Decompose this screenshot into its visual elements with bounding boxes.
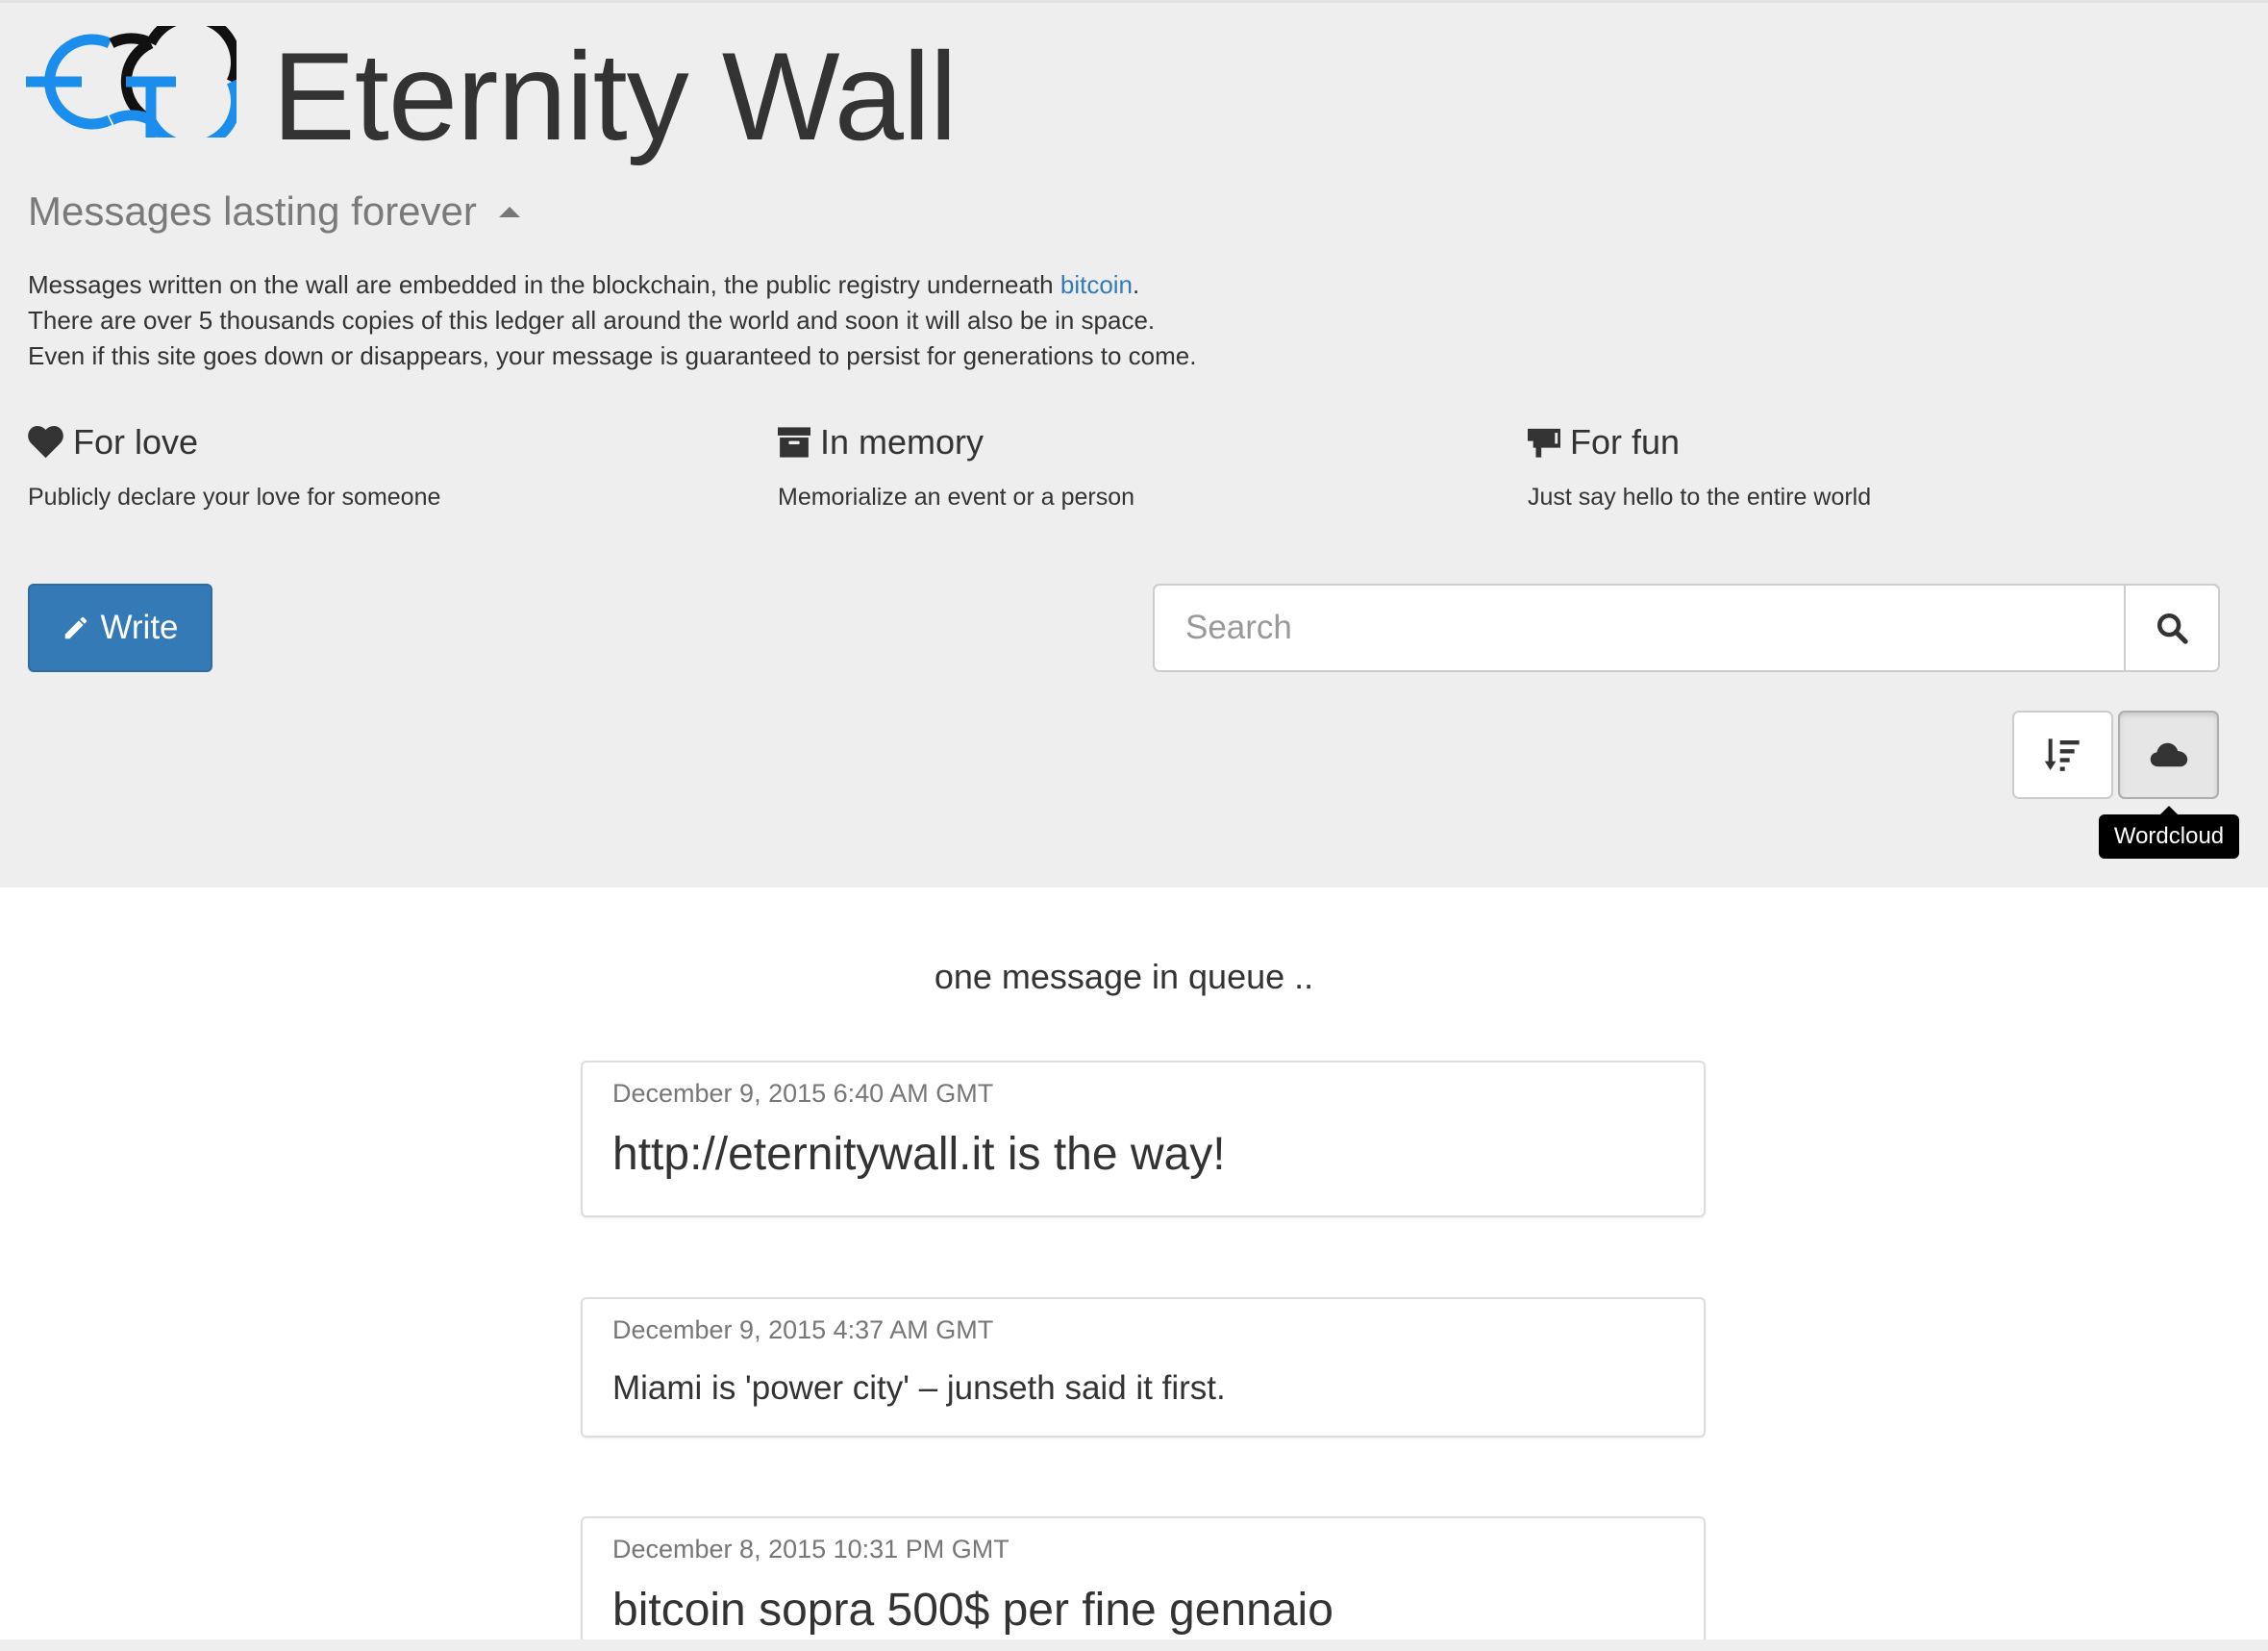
intro-line-3: Even if this site goes down or disappear… <box>28 341 1197 370</box>
bullhorn-icon <box>1528 428 1560 458</box>
feature-title: In memory <box>820 422 984 462</box>
feature-description: Publicly declare your love for someone <box>28 484 441 511</box>
heart-icon <box>28 426 63 459</box>
feature-for-fun: For fun Just say hello to the entire wor… <box>1528 418 1871 512</box>
archive-icon <box>778 427 810 458</box>
sort-button[interactable] <box>2012 711 2113 799</box>
feature-for-love: For love Publicly declare your love for … <box>28 418 440 512</box>
message-card[interactable]: December 9, 2015 4:37 AM GMT Miami is 'p… <box>581 1297 1706 1438</box>
search-icon <box>2156 613 2188 644</box>
feature-title: For fun <box>1570 422 1681 462</box>
feature-description: Memorialize an event or a person <box>778 484 1135 511</box>
feature-in-memory: In memory Memorialize an event or a pers… <box>778 418 1134 512</box>
bottom-bar <box>0 1639 2268 1651</box>
wordcloud-tooltip: Wordcloud <box>2099 806 2239 859</box>
site-title: Eternity Wall <box>272 26 958 166</box>
search-input[interactable] <box>1153 584 2124 672</box>
write-button[interactable]: Write <box>28 584 212 672</box>
tagline: Messages lasting forever <box>28 188 477 234</box>
write-button-label: Write <box>100 609 179 646</box>
message-date: December 8, 2015 10:31 PM GMT <box>612 1535 1009 1563</box>
tagline-toggle[interactable]: Messages lasting forever <box>28 185 520 238</box>
message-card[interactable]: December 8, 2015 10:31 PM GMT bitcoin so… <box>581 1516 1706 1651</box>
message-text: Miami is 'power city' – junseth said it … <box>612 1369 1226 1407</box>
message-text: http://eternitywall.it is the way! <box>612 1129 1226 1180</box>
intro-line-2: There are over 5 thousands copies of thi… <box>28 306 1156 335</box>
caret-up-icon[interactable] <box>498 206 520 217</box>
message-card[interactable]: December 9, 2015 6:40 AM GMT http://eter… <box>581 1061 1706 1217</box>
header-jumbotron: Eternity Wall Messages lasting forever M… <box>0 0 2268 888</box>
message-date: December 9, 2015 6:40 AM GMT <box>612 1079 994 1108</box>
search-group <box>1153 584 2220 672</box>
message-text: bitcoin sopra 500$ per fine gennaio <box>612 1585 1333 1636</box>
feature-title: For love <box>73 422 199 462</box>
feature-description: Just say hello to the entire world <box>1528 484 1872 511</box>
bitcoin-link[interactable]: bitcoin <box>1060 270 1133 299</box>
eternity-wall-logo[interactable] <box>26 26 237 138</box>
sort-icon <box>2044 738 2080 771</box>
pencil-icon <box>65 616 87 639</box>
intro-line-1: Messages written on the wall are embedde… <box>28 270 1140 299</box>
message-date: December 9, 2015 4:37 AM GMT <box>612 1315 994 1344</box>
cloud-icon <box>2150 742 2187 767</box>
queue-status: one message in queue .. <box>934 957 1314 996</box>
search-button[interactable] <box>2124 584 2220 672</box>
wordcloud-button[interactable] <box>2118 711 2219 799</box>
intro-text: Messages written on the wall are embedde… <box>28 267 1196 374</box>
